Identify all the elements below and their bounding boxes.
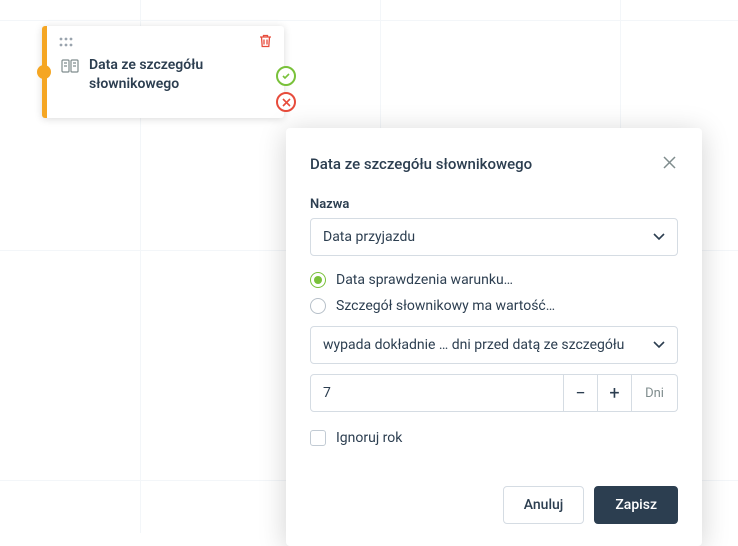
output-port-yes[interactable] [276,66,296,86]
modal-title: Data ze szczegółu słownikowego [310,155,532,173]
condition-select[interactable]: wypada dokładnie … dni przed datą ze szc… [310,326,678,364]
delete-icon[interactable] [259,33,272,52]
radio-indicator [310,298,326,314]
days-value: 7 [323,385,331,401]
cancel-button[interactable]: Anuluj [503,486,585,524]
radio-option-1[interactable]: Data sprawdzenia warunku… [310,272,678,288]
ignore-year-checkbox[interactable]: Ignoruj rok [310,430,678,446]
checkbox-indicator [310,430,326,446]
decrement-button[interactable]: − [564,374,598,412]
settings-modal: Data ze szczegółu słownikowego Nazwa Dat… [286,128,702,546]
condition-select-value: wypada dokładnie … dni przed datą ze szc… [323,337,624,353]
dictionary-icon [61,58,79,80]
save-button[interactable]: Zapisz [594,486,678,524]
radio-option-2[interactable]: Szczegół słownikowy ma wartość… [310,298,678,314]
checkbox-label: Ignoruj rok [336,430,402,446]
chevron-down-icon [653,337,665,353]
radio-label: Data sprawdzenia warunku… [336,272,513,288]
chevron-down-icon [653,229,665,245]
radio-label: Szczegół słownikowy ma wartość… [336,298,555,314]
radio-group: Data sprawdzenia warunku… Szczegół słown… [310,272,678,314]
days-input[interactable]: 7 [310,374,564,412]
workflow-node[interactable]: Data ze szczegółu słownikowego [42,26,284,118]
close-icon[interactable] [661,152,678,175]
days-unit: Dni [632,374,678,412]
name-label: Nazwa [310,197,678,212]
name-select-value: Data przyjazdu [323,229,415,245]
output-port-no[interactable] [276,92,296,112]
radio-indicator [310,272,326,288]
node-title: Data ze szczegółu słownikowego [89,56,270,94]
increment-button[interactable]: + [598,374,632,412]
name-select[interactable]: Data przyjazdu [310,218,678,256]
drag-handle-icon[interactable] [59,37,73,47]
